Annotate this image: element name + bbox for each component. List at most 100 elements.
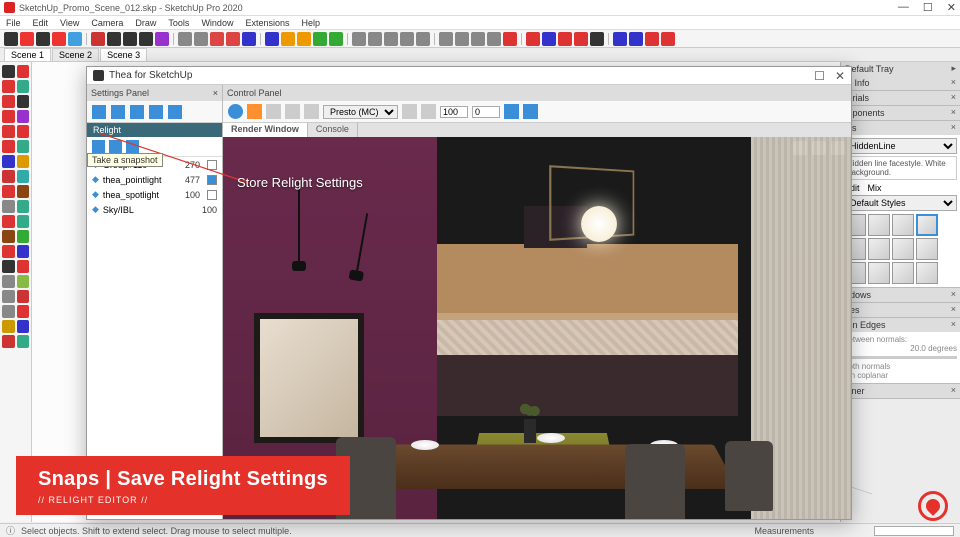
settings-toolbar-icon[interactable] bbox=[111, 105, 125, 119]
region-icon[interactable] bbox=[285, 104, 300, 119]
toolbar-icon[interactable] bbox=[52, 32, 66, 46]
toolbar-icon[interactable] bbox=[471, 32, 485, 46]
tool-icon[interactable] bbox=[17, 290, 30, 303]
snapshot-icon[interactable] bbox=[126, 140, 139, 153]
toolbar-icon[interactable] bbox=[368, 32, 382, 46]
toolbar-icon[interactable] bbox=[574, 32, 588, 46]
save-image-icon[interactable] bbox=[523, 104, 538, 119]
style-thumb[interactable] bbox=[892, 238, 914, 260]
tool-icon[interactable] bbox=[2, 125, 15, 138]
menu-help[interactable]: Help bbox=[301, 18, 320, 28]
toolbar-icon[interactable] bbox=[91, 32, 105, 46]
tool-icon[interactable] bbox=[2, 320, 15, 333]
toolbar-icon[interactable] bbox=[265, 32, 279, 46]
style-name-select[interactable]: HiddenLine bbox=[844, 138, 957, 154]
light-color-swatch[interactable] bbox=[207, 190, 217, 200]
tool-icon[interactable] bbox=[2, 80, 15, 93]
tool-icon[interactable] bbox=[17, 65, 30, 78]
time-limit-input[interactable] bbox=[440, 106, 468, 118]
toolbar-icon[interactable] bbox=[313, 32, 327, 46]
engine-select[interactable]: Presto (MC) bbox=[323, 105, 398, 119]
toolbar-icon[interactable] bbox=[297, 32, 311, 46]
style-thumb[interactable] bbox=[892, 214, 914, 236]
tool-icon[interactable] bbox=[2, 155, 15, 168]
menu-camera[interactable]: Camera bbox=[91, 18, 123, 28]
toolbar-icon[interactable] bbox=[36, 32, 50, 46]
style-thumb[interactable] bbox=[868, 262, 890, 284]
tool-icon[interactable] bbox=[17, 140, 30, 153]
settings-toolbar-icon[interactable] bbox=[168, 105, 182, 119]
style-thumb[interactable] bbox=[916, 238, 938, 260]
scene-tab[interactable]: Scene 2 bbox=[52, 48, 99, 61]
tool-icon[interactable] bbox=[17, 215, 30, 228]
chart-icon[interactable] bbox=[421, 104, 436, 119]
toolbar-icon[interactable] bbox=[107, 32, 121, 46]
thea-maximize-button[interactable]: ☐ bbox=[814, 69, 825, 83]
toolbar-icon[interactable] bbox=[281, 32, 295, 46]
tool-icon[interactable] bbox=[2, 170, 15, 183]
menu-draw[interactable]: Draw bbox=[135, 18, 156, 28]
minimize-button[interactable]: — bbox=[898, 1, 909, 14]
tool-icon[interactable] bbox=[17, 260, 30, 273]
light-row[interactable]: ◆thea_spotlight100 bbox=[87, 187, 222, 202]
style-thumb[interactable] bbox=[892, 262, 914, 284]
style-thumb[interactable] bbox=[868, 238, 890, 260]
toolbar-icon[interactable] bbox=[526, 32, 540, 46]
settings-toolbar-icon[interactable] bbox=[149, 105, 163, 119]
menu-view[interactable]: View bbox=[60, 18, 79, 28]
settings-panel-close-icon[interactable]: × bbox=[213, 88, 218, 98]
toolbar-icon[interactable] bbox=[590, 32, 604, 46]
toolbar-icon[interactable] bbox=[194, 32, 208, 46]
tool-icon[interactable] bbox=[17, 230, 30, 243]
render-start-icon[interactable] bbox=[228, 104, 243, 119]
tab-render-window[interactable]: Render Window bbox=[223, 123, 308, 137]
toolbar-icon[interactable] bbox=[352, 32, 366, 46]
toolbar-icon[interactable] bbox=[613, 32, 627, 46]
tool-icon[interactable] bbox=[2, 65, 15, 78]
toolbar-icon[interactable] bbox=[68, 32, 82, 46]
tray-soften-edges[interactable]: ten Edges× bbox=[841, 318, 960, 332]
settings-toolbar-icon[interactable] bbox=[130, 105, 144, 119]
menu-window[interactable]: Window bbox=[201, 18, 233, 28]
tool-icon[interactable] bbox=[2, 305, 15, 318]
tool-icon[interactable] bbox=[2, 95, 15, 108]
tool-icon[interactable] bbox=[2, 290, 15, 303]
toolbar-icon[interactable] bbox=[661, 32, 675, 46]
toolbar-icon[interactable] bbox=[542, 32, 556, 46]
tool-icon[interactable] bbox=[2, 275, 15, 288]
tool-icon[interactable] bbox=[2, 200, 15, 213]
toolbar-icon[interactable] bbox=[20, 32, 34, 46]
model-viewport[interactable]: Thea for SketchUp ☐ ✕ Settings Panel × R… bbox=[32, 62, 840, 522]
tray-materials[interactable]: terials× bbox=[841, 91, 960, 105]
thea-titlebar[interactable]: Thea for SketchUp ☐ ✕ bbox=[87, 67, 851, 85]
toolbar-icon[interactable] bbox=[384, 32, 398, 46]
render-stop-icon[interactable] bbox=[247, 104, 262, 119]
tool-icon[interactable] bbox=[2, 335, 15, 348]
toolbar-icon[interactable] bbox=[178, 32, 192, 46]
tool-icon[interactable] bbox=[17, 110, 30, 123]
style-thumb[interactable] bbox=[916, 214, 938, 236]
tray-components[interactable]: mponents× bbox=[841, 106, 960, 120]
style-collection-select[interactable]: Default Styles bbox=[844, 195, 957, 211]
sync-icon[interactable] bbox=[402, 104, 417, 119]
relight-icon[interactable] bbox=[92, 140, 105, 153]
tool-icon[interactable] bbox=[17, 95, 30, 108]
toolbar-icon[interactable] bbox=[329, 32, 343, 46]
lock-icon[interactable] bbox=[304, 104, 319, 119]
soften-slider[interactable] bbox=[844, 356, 957, 359]
tray-entity-info[interactable]: ty Info× bbox=[841, 76, 960, 90]
tool-icon[interactable] bbox=[17, 185, 30, 198]
light-color-swatch[interactable] bbox=[207, 160, 217, 170]
toolbar-icon[interactable] bbox=[645, 32, 659, 46]
tool-icon[interactable] bbox=[17, 335, 30, 348]
menu-file[interactable]: File bbox=[6, 18, 21, 28]
tray-styles[interactable]: les× bbox=[841, 121, 960, 135]
style-thumb[interactable] bbox=[916, 262, 938, 284]
toolbar-icon[interactable] bbox=[400, 32, 414, 46]
smooth-normals-checkbox[interactable]: ooth normals bbox=[844, 362, 957, 371]
close-button[interactable]: ✕ bbox=[947, 1, 956, 14]
light-row[interactable]: ◆thea_pointlight477 bbox=[87, 172, 222, 187]
menu-extensions[interactable]: Extensions bbox=[245, 18, 289, 28]
toolbar-icon[interactable] bbox=[503, 32, 517, 46]
tab-console[interactable]: Console bbox=[308, 123, 358, 137]
